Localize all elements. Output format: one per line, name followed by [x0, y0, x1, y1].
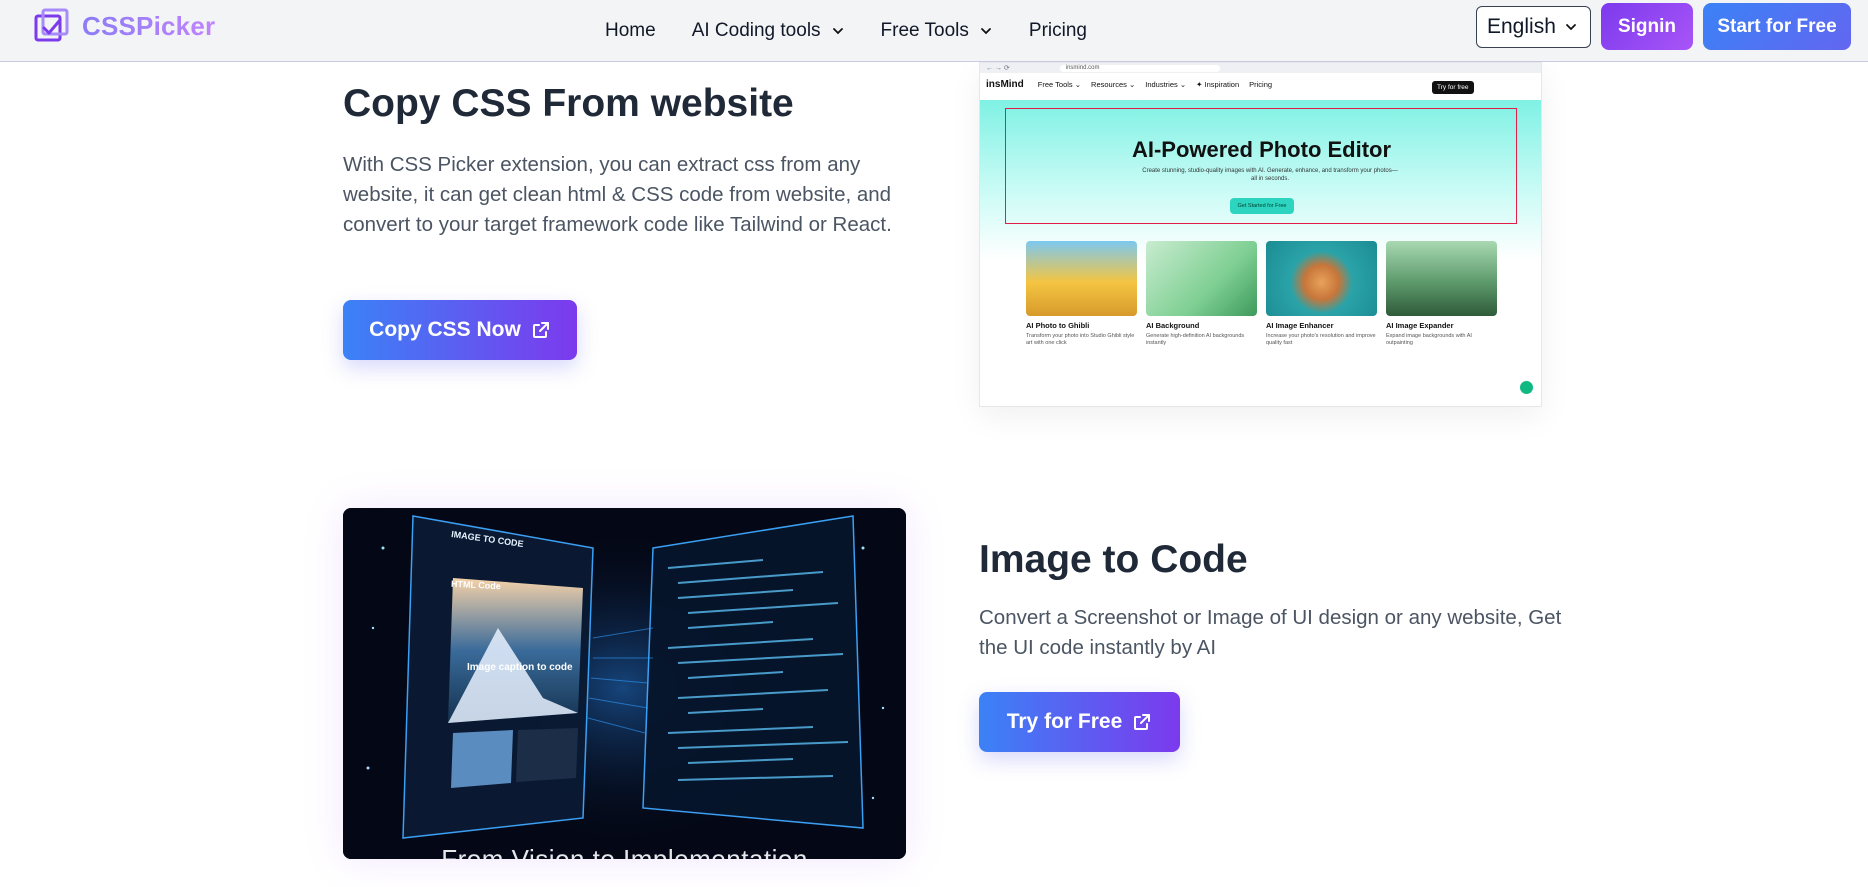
preview-card-name: AI Image Enhancer: [1266, 321, 1334, 330]
illustration-graphic: [343, 508, 906, 859]
preview-card: AI Image Enhancer Increase your photo's …: [1266, 241, 1377, 347]
image-to-code-heading: Image to Code: [979, 538, 1248, 581]
preview-nav-item: Industries ⌄: [1145, 79, 1187, 89]
nav-pricing[interactable]: Pricing: [1029, 20, 1087, 42]
external-link-icon: [1134, 714, 1151, 730]
preview-chat-icon: [1520, 381, 1533, 394]
preview-card-name: AI Image Expander: [1386, 321, 1454, 330]
preview-brand: insMind: [986, 78, 1024, 90]
preview-card: AI Image Expander Expand image backgroun…: [1386, 241, 1497, 347]
preview-card-desc: Generate high-definition AI backgrounds …: [1146, 333, 1245, 346]
image-to-code-description: Convert a Screenshot or Image of UI desi…: [979, 606, 1562, 659]
preview-nav-item: Free Tools ⌄: [1037, 79, 1082, 89]
preview-card-image: [1266, 241, 1377, 316]
image-to-code-illustration: IMAGE TO CODE HTML Code Image caption to…: [343, 508, 906, 859]
button-label: Try for Free: [1006, 710, 1123, 733]
preview-try-button: Try for free: [1432, 81, 1474, 94]
preview-card-image: [1146, 241, 1257, 316]
preview-card: AI Background Generate high-definition A…: [1146, 241, 1257, 347]
chevron-down-icon: [832, 28, 843, 35]
chevron-down-icon: [1565, 24, 1576, 31]
brand-logo[interactable]: CSSPicker: [34, 8, 215, 44]
nav-free-tools[interactable]: Free Tools: [881, 20, 993, 42]
language-select[interactable]: English: [1476, 6, 1591, 48]
preview-hero-title: AI-Powered Photo Editor: [1131, 137, 1392, 162]
nav-label: Pricing: [1028, 20, 1087, 41]
nav-label: Home: [605, 20, 656, 41]
preview-nav-item: Resources ⌄: [1091, 79, 1136, 89]
chevron-down-icon: [981, 28, 991, 35]
preview-card-image: [1386, 241, 1497, 316]
preview-card-desc: Increase your photo's resolution and imp…: [1266, 333, 1376, 346]
start-free-button[interactable]: Start for Free: [1703, 3, 1851, 50]
preview-card-name: AI Photo to Ghibli: [1026, 321, 1090, 330]
signin-button[interactable]: Signin: [1601, 3, 1693, 50]
nav-home[interactable]: Home: [605, 20, 656, 42]
site-header: CSSPicker Home AI Coding tools Free Tool…: [0, 0, 1868, 62]
nav-ai-coding-tools[interactable]: AI Coding tools: [692, 20, 845, 42]
preview-card: AI Photo to Ghibli Transform your photo …: [1026, 241, 1137, 347]
art-panel-overlay: Image caption to code: [467, 662, 573, 673]
art-caption: From Vision to Implementation: [441, 844, 808, 859]
language-value: English: [1487, 15, 1556, 38]
preview-nav-item: Pricing: [1249, 79, 1273, 89]
preview-hero-subtitle: Create stunning, studio-quality images w…: [1142, 168, 1398, 182]
preview-card-desc: Expand image backgrounds with AI outpain…: [1386, 333, 1472, 346]
button-label: Copy CSS Now: [369, 318, 521, 341]
preview-card-image: [1026, 241, 1137, 316]
preview-card-name: AI Background: [1146, 321, 1200, 330]
preview-url: insmind.com: [1059, 64, 1220, 72]
copy-css-description: With CSS Picker extension, you can extra…: [343, 153, 892, 236]
try-for-free-button[interactable]: Try for Free: [979, 692, 1180, 752]
preview-nav-item: ✦ Inspiration: [1196, 79, 1240, 89]
logo-check-icon: [34, 8, 69, 42]
brand-name: CSSPicker: [82, 10, 216, 41]
preview-browser-bar: ← → ⟳ insmind.com: [980, 63, 1541, 73]
website-preview-screenshot: ← → ⟳ insmind.com insMind Free Tools ⌄ R…: [979, 62, 1542, 407]
preview-hero-button: Get Started for Free: [1230, 198, 1294, 214]
nav-label: Free Tools: [880, 20, 969, 41]
preview-nav-dots: ← → ⟳: [986, 65, 1010, 72]
main-nav: Home AI Coding tools Free Tools Pricing: [605, 0, 1123, 62]
preview-card-desc: Transform your photo into Studio Ghibli …: [1026, 333, 1135, 346]
external-link-icon: [532, 322, 549, 338]
nav-label: AI Coding tools: [691, 20, 821, 41]
copy-css-now-button[interactable]: Copy CSS Now: [343, 300, 577, 360]
copy-css-heading: Copy CSS From website: [343, 82, 794, 125]
